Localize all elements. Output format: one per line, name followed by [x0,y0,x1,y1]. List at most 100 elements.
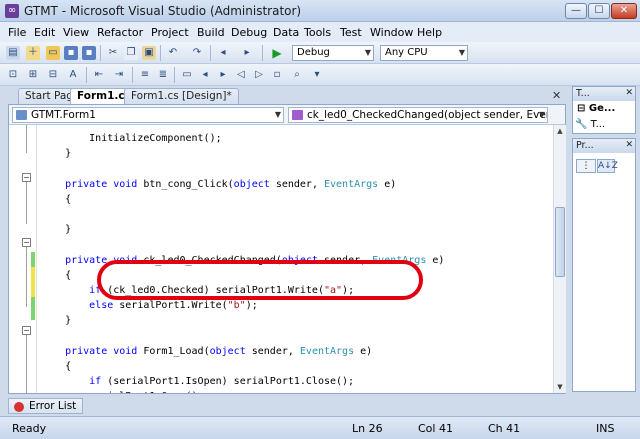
object-browser-icon[interactable]: ⊡ [6,68,20,82]
toolbox-tab[interactable]: 🔧 T... [575,119,605,130]
vertical-scrollbar[interactable]: ▲ ▼ [553,125,566,393]
code-line[interactable]: { [41,192,71,207]
navigate-forward-icon[interactable]: ▸ [240,46,254,60]
code-token: } [41,224,72,236]
code-token: sender, [269,178,324,190]
code-line[interactable]: serialPort1.Open(); [41,389,203,393]
class-select-value: GTMT.Form1 [31,109,96,121]
properties-pane-header: Pr... ✕ [573,139,635,153]
menu-view[interactable]: View [63,26,89,39]
next-bookmark-folder-icon[interactable]: ▷ [252,68,266,82]
parameter-info-icon[interactable]: ⊟ [46,68,60,82]
previous-bookmark-folder-icon[interactable]: ◁ [234,68,248,82]
paste-icon[interactable]: ▣ [142,46,156,60]
menu-test[interactable]: Test [340,26,362,39]
save-icon[interactable]: ▪ [64,46,78,60]
copy-icon[interactable]: ❐ [124,46,138,60]
close-icon[interactable]: ✕ [625,87,633,100]
chevron-down-icon: ▼ [458,48,465,57]
status-char: Ch 41 [488,422,521,435]
chevron-down-icon: ▼ [364,48,371,57]
code-line[interactable]: } [41,146,71,161]
window-title: GTMT - Microsoft Visual Studio (Administ… [24,4,302,18]
code-line[interactable]: if (serialPort1.IsOpen) serialPort1.Clos… [41,374,354,389]
code-line[interactable]: { [41,359,71,374]
solution-platform-select[interactable]: Any CPU ▼ [380,45,468,61]
toolbox-general-tab[interactable]: ⊟ Ge... [577,103,615,114]
find-icon[interactable]: ⌕ [290,68,304,82]
collapse-icon[interactable]: − [22,326,31,335]
close-icon[interactable]: ✕ [552,89,561,102]
visual-studio-icon: ∞ [5,4,19,18]
options-icon[interactable]: ▾ [310,68,324,82]
code-line[interactable]: { [41,268,71,283]
code-token: btn_cong_Click( [143,178,234,190]
code-token: } [41,315,72,327]
quick-info-icon[interactable]: A [66,68,80,82]
outline-line [26,125,27,153]
collapse-icon[interactable]: − [22,173,31,182]
tab-form1-design[interactable]: Form1.cs [Design]* [124,88,239,104]
close-icon[interactable]: ✕ [625,139,633,152]
unsaved-change-marker [31,267,35,297]
new-project-icon[interactable]: ▤ [6,46,20,60]
decrease-indent-icon[interactable]: ⇤ [92,68,106,82]
code-line[interactable]: } [41,222,71,237]
menu-tools[interactable]: Tools [304,26,331,39]
code-text-area[interactable]: InitializeComponent(); } private void bt… [41,125,551,393]
tab-error-list[interactable]: Error List [8,398,84,414]
editor-gutter: − − − [9,125,37,393]
scroll-up-icon[interactable]: ▲ [554,125,566,137]
scroll-down-icon[interactable]: ▼ [554,381,566,393]
minimize-button[interactable]: — [565,3,587,19]
redo-icon[interactable]: ↷ [190,46,204,60]
save-all-icon[interactable]: ▪ [82,46,96,60]
open-file-icon[interactable]: ▭ [46,46,60,60]
members-icon[interactable]: ⊞ [26,68,40,82]
pane-title: T... [576,88,590,99]
next-bookmark-icon[interactable]: ▸ [216,68,230,82]
code-line[interactable]: } [41,313,71,328]
code-token: sender, [245,345,300,357]
scrollbar-thumb[interactable] [555,207,565,277]
start-debugging-icon[interactable]: ▶ [270,46,284,60]
menu-build[interactable]: Build [197,26,225,39]
code-editor[interactable]: GTMT.Form1 ▼ ck_led0_CheckedChanged(obje… [8,104,566,394]
menu-debug[interactable]: Debug [231,26,267,39]
clear-bookmarks-icon[interactable]: ▫ [270,68,284,82]
menu-window[interactable]: Window [370,26,413,39]
code-line[interactable]: private void btn_cong_Click(object sende… [41,177,396,192]
maximize-button[interactable]: ☐ [588,3,610,19]
menu-help[interactable]: Help [417,26,442,39]
collapse-icon[interactable]: − [22,238,31,247]
member-select[interactable]: ck_led0_CheckedChanged(object sender, Ev… [288,107,548,123]
add-item-icon[interactable]: ＋ [26,46,40,60]
increase-indent-icon[interactable]: ⇥ [112,68,126,82]
close-button[interactable]: ✕ [611,3,637,19]
menu-refactor[interactable]: Refactor [97,26,143,39]
alphabetical-sort-button[interactable]: A↓Z [597,159,618,173]
previous-bookmark-icon[interactable]: ◂ [198,68,212,82]
undo-icon[interactable]: ↶ [166,46,180,60]
menu-data[interactable]: Data [273,26,299,39]
code-line[interactable]: else serialPort1.Write("b"); [41,298,258,313]
categorized-icon[interactable]: ⋮ [576,159,596,173]
toolbar-separator [210,45,211,61]
navigate-backward-icon[interactable]: ◂ [216,46,230,60]
menu-edit[interactable]: Edit [34,26,55,39]
cut-icon[interactable]: ✂ [106,46,120,60]
comment-icon[interactable]: ≡ [138,68,152,82]
code-line[interactable]: private void Form1_Load(object sender, E… [41,344,372,359]
solution-configuration-select[interactable]: Debug ▼ [292,45,374,61]
red-highlight-annotation [97,260,423,300]
outline-line [26,182,27,224]
code-line[interactable]: InitializeComponent(); [41,131,221,146]
pane-title: Pr... [576,140,594,151]
class-select[interactable]: GTMT.Form1 ▼ [12,107,284,123]
method-icon [292,110,303,120]
bookmark-icon[interactable]: ▭ [180,68,194,82]
menu-file[interactable]: File [8,26,26,39]
menu-project[interactable]: Project [151,26,189,39]
code-token: private void [41,345,144,357]
uncomment-icon[interactable]: ≣ [156,68,170,82]
